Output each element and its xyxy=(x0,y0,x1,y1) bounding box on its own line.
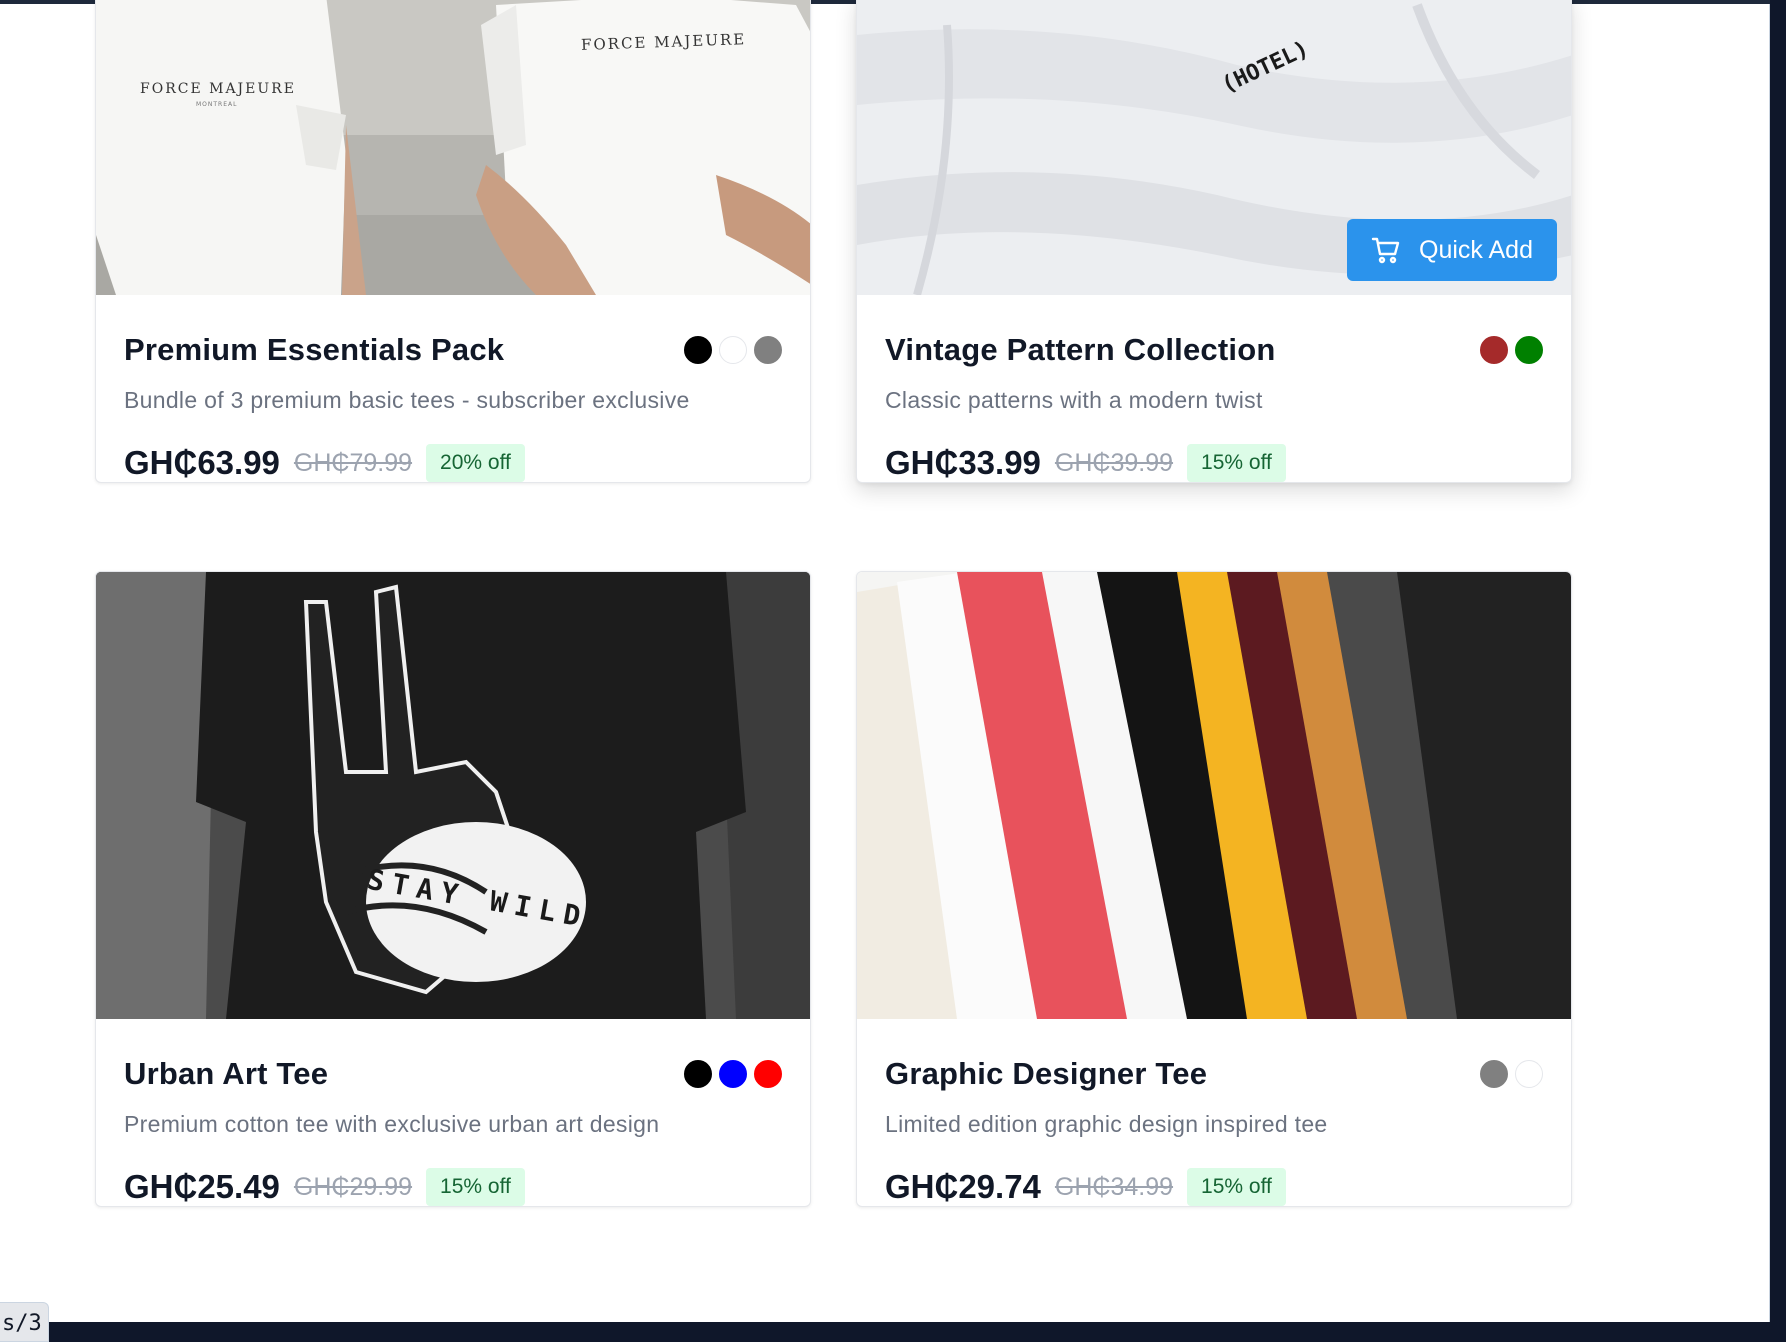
color-swatch-gray[interactable] xyxy=(754,336,782,364)
color-swatch-red[interactable] xyxy=(754,1060,782,1088)
window-edge xyxy=(1770,0,1786,1342)
color-swatch-green[interactable] xyxy=(1515,336,1543,364)
original-price: GH₵79.99 xyxy=(293,448,413,477)
color-swatch-blue[interactable] xyxy=(719,1060,747,1088)
status-url-chip: s/3 xyxy=(0,1302,49,1342)
original-price: GH₵29.99 xyxy=(293,1172,413,1201)
product-card[interactable]: (HOTEL) Quick Add Vintage Pattern Collec… xyxy=(856,0,1572,483)
product-image[interactable]: (HOTEL) Quick Add xyxy=(857,0,1571,295)
product-image[interactable]: FORCE MAJEURE FORCE MAJEURE MONTREAL xyxy=(96,0,810,295)
color-swatches xyxy=(1480,336,1543,364)
quick-add-label: Quick Add xyxy=(1419,235,1533,264)
sale-price: GH₵25.49 xyxy=(124,1168,280,1205)
product-title[interactable]: Graphic Designer Tee xyxy=(885,1056,1207,1092)
image-print-text-1: FORCE MAJEURE xyxy=(140,81,296,97)
color-swatch-white[interactable] xyxy=(1515,1060,1543,1088)
product-card[interactable]: STAY WILD Urban Art Tee Premium cotton t… xyxy=(95,571,811,1207)
price-row: GH₵63.99 GH₵79.99 20% off xyxy=(124,444,782,482)
bottom-bar xyxy=(0,1322,1786,1342)
discount-badge: 20% off xyxy=(426,444,525,482)
product-description: Premium cotton tee with exclusive urban … xyxy=(124,1111,660,1137)
color-swatches xyxy=(684,1060,782,1088)
product-image[interactable]: STAY WILD xyxy=(96,572,810,1019)
sale-price: GH₵33.99 xyxy=(885,444,1041,481)
sale-price: GH₵63.99 xyxy=(124,444,280,481)
color-swatch-gray[interactable] xyxy=(1480,1060,1508,1088)
quick-add-button[interactable]: Quick Add xyxy=(1347,219,1557,281)
product-card[interactable]: Graphic Designer Tee Limited edition gra… xyxy=(856,571,1572,1207)
price-row: GH₵33.99 GH₵39.99 15% off xyxy=(885,444,1543,482)
product-card[interactable]: FORCE MAJEURE FORCE MAJEURE MONTREAL Pre… xyxy=(95,0,811,483)
discount-badge: 15% off xyxy=(1187,1168,1286,1206)
product-description: Classic patterns with a modern twist xyxy=(885,387,1263,413)
image-print-subtext: MONTREAL xyxy=(196,101,238,108)
color-swatch-black[interactable] xyxy=(684,1060,712,1088)
discount-badge: 15% off xyxy=(1187,444,1286,482)
product-description: Limited edition graphic design inspired … xyxy=(885,1111,1328,1137)
color-swatch-brown[interactable] xyxy=(1480,336,1508,364)
product-image[interactable] xyxy=(857,572,1571,1019)
original-price: GH₵34.99 xyxy=(1054,1172,1174,1201)
product-grid-page: FORCE MAJEURE FORCE MAJEURE MONTREAL Pre… xyxy=(0,0,1770,1322)
product-title[interactable]: Premium Essentials Pack xyxy=(124,332,504,368)
price-row: GH₵29.74 GH₵34.99 15% off xyxy=(885,1168,1543,1206)
color-swatches xyxy=(1480,1060,1543,1088)
product-description: Bundle of 3 premium basic tees - subscri… xyxy=(124,387,690,413)
color-swatches xyxy=(684,336,782,364)
color-swatch-black[interactable] xyxy=(684,336,712,364)
product-title[interactable]: Urban Art Tee xyxy=(124,1056,328,1092)
sale-price: GH₵29.74 xyxy=(885,1168,1041,1205)
price-row: GH₵25.49 GH₵29.99 15% off xyxy=(124,1168,782,1206)
color-swatch-white[interactable] xyxy=(719,336,747,364)
original-price: GH₵39.99 xyxy=(1054,448,1174,477)
discount-badge: 15% off xyxy=(426,1168,525,1206)
cart-icon xyxy=(1371,236,1401,264)
product-title[interactable]: Vintage Pattern Collection xyxy=(885,332,1275,368)
